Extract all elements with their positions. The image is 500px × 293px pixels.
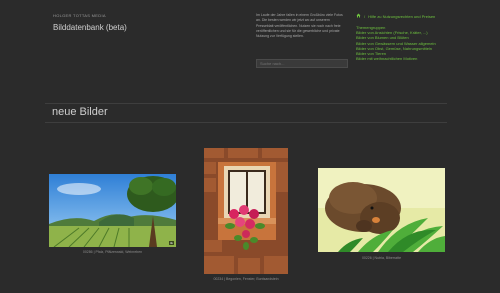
divider: [45, 103, 447, 104]
section-title: neue Bilder: [52, 106, 108, 118]
image-caption: 00234 | Begonien, Fenster, Buntsandstein: [213, 277, 279, 281]
site-subtitle: HOLGER TOTTAS MEDIA: [53, 13, 106, 18]
breadcrumb: / Hilfe zu Nutzungsrechten und Preisen: [356, 13, 435, 19]
breadcrumb-separator: /: [364, 13, 366, 19]
image-thumbnail-window-flowers[interactable]: [204, 148, 288, 274]
search-input[interactable]: [256, 59, 348, 68]
site-title[interactable]: Bilddatenbank (beta): [53, 23, 127, 32]
image-caption: 00226 | Nutria, Biberratte: [361, 256, 402, 260]
topics-list: Themengruppen Bilder von Ansichten (Fris…: [356, 25, 436, 61]
resolution-badge: 4k: [168, 241, 174, 245]
image-caption: 00286 | Pfalz, Pfälzerwald, Weinreben: [82, 250, 143, 254]
home-icon[interactable]: [356, 13, 361, 19]
image-thumbnail-nutria[interactable]: [318, 168, 445, 252]
divider: [45, 122, 447, 123]
image-thumbnail-vineyard[interactable]: 4k: [49, 174, 176, 247]
topic-link[interactable]: Bilder mit weihnachtlichen Motiven: [356, 56, 417, 61]
breadcrumb-link[interactable]: Hilfe zu Nutzungsrechten und Preisen: [368, 14, 435, 19]
intro-text: Im Laufe der Jahre fallen in einem Großb…: [256, 13, 343, 39]
